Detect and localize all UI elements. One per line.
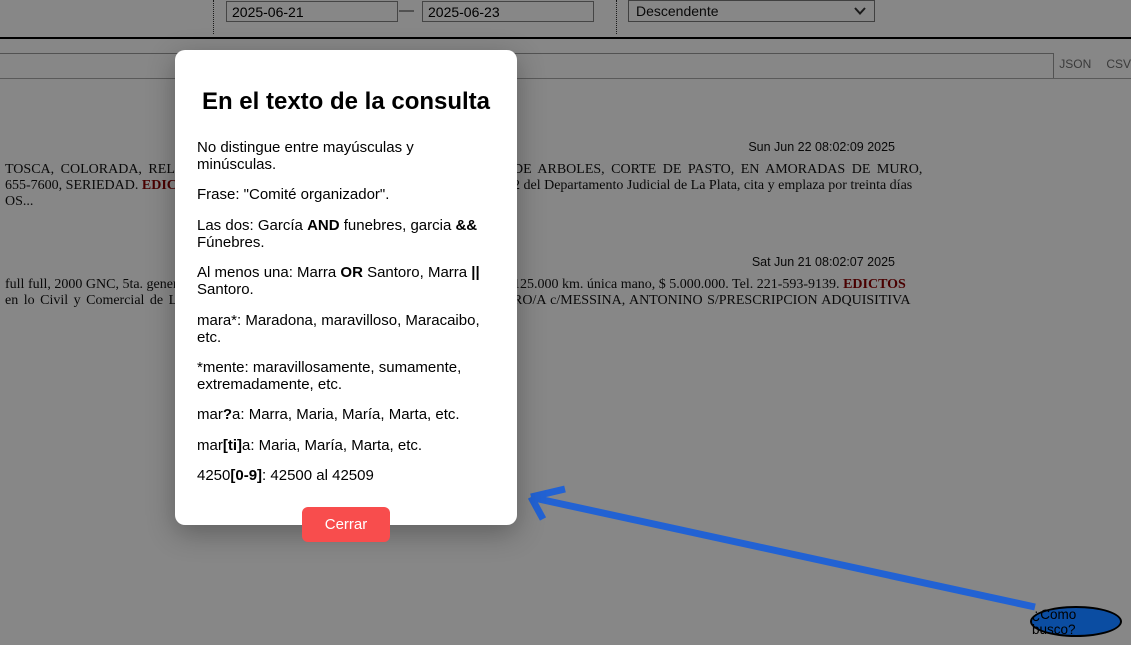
modal-paragraph: 4250[0-9]: 42500 al 42509 <box>197 468 495 485</box>
modal-paragraph: mar[ti]a: Maria, María, Marta, etc. <box>197 438 495 455</box>
modal-paragraph: mara*: Maradona, maravilloso, Maracaibo,… <box>197 313 495 347</box>
screen: — Descendente JSONCSV Sun Jun 22 08:02:0… <box>0 0 1131 645</box>
cerrar-button[interactable]: Cerrar <box>302 507 391 542</box>
modal-backdrop <box>0 0 1131 645</box>
modal-paragraph: mar?a: Marra, Maria, María, Marta, etc. <box>197 407 495 424</box>
modal-paragraph: Al menos una: Marra OR Santoro, Marra ||… <box>197 265 495 299</box>
como-busco-label: ¿Como busco? <box>1032 607 1120 637</box>
modal-body: No distingue entre mayúsculas y minúscul… <box>197 140 495 485</box>
modal-title: En el texto de la consulta <box>197 88 495 116</box>
como-busco-button[interactable]: ¿Como busco? <box>1030 606 1122 637</box>
search-help-modal: En el texto de la consulta No distingue … <box>175 50 517 525</box>
modal-paragraph: *mente: maravillosamente, sumamente, ext… <box>197 360 495 394</box>
modal-paragraph: Frase: "Comité organizador". <box>197 187 495 204</box>
modal-paragraph: No distingue entre mayúsculas y minúscul… <box>197 140 495 174</box>
modal-paragraph: Las dos: García AND funebres, garcia && … <box>197 218 495 252</box>
